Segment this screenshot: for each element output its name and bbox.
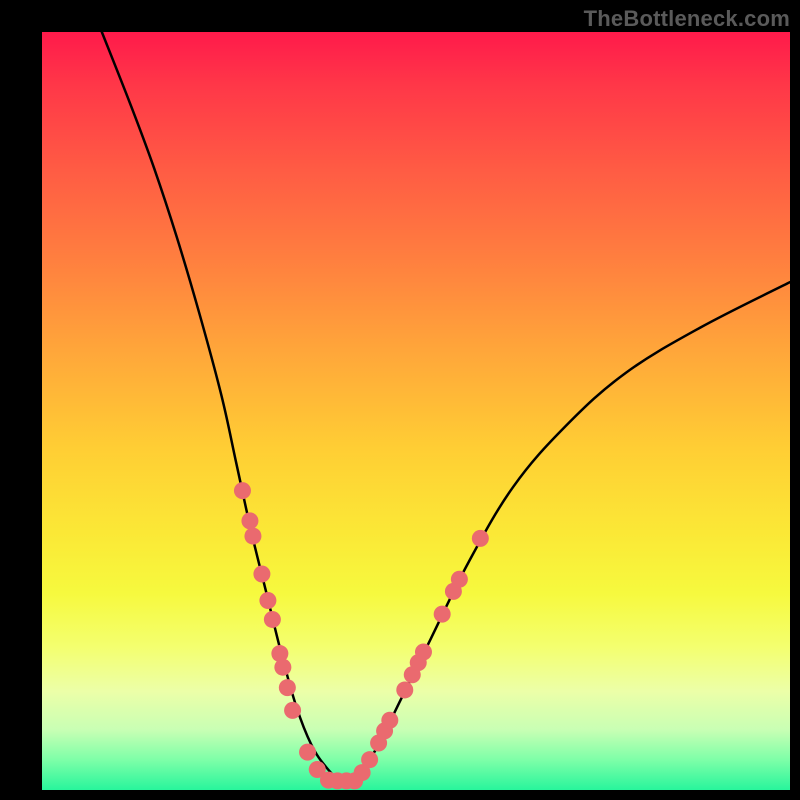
data-point <box>472 530 489 547</box>
data-point <box>279 679 296 696</box>
plot-area <box>42 32 790 790</box>
data-point <box>451 571 468 588</box>
data-point <box>396 681 413 698</box>
data-point <box>434 606 451 623</box>
data-point <box>244 528 261 545</box>
chart-frame: TheBottleneck.com <box>0 0 800 800</box>
data-point <box>361 751 378 768</box>
data-point <box>241 512 258 529</box>
data-point <box>274 659 291 676</box>
data-point <box>415 644 432 661</box>
data-points-group <box>234 482 489 789</box>
data-point <box>264 611 281 628</box>
curve-line <box>102 32 790 783</box>
data-point <box>259 592 276 609</box>
data-point <box>253 565 270 582</box>
data-point <box>234 482 251 499</box>
chart-svg <box>42 32 790 790</box>
watermark-text: TheBottleneck.com <box>584 6 790 32</box>
data-point <box>381 712 398 729</box>
data-point <box>299 744 316 761</box>
data-point <box>284 702 301 719</box>
